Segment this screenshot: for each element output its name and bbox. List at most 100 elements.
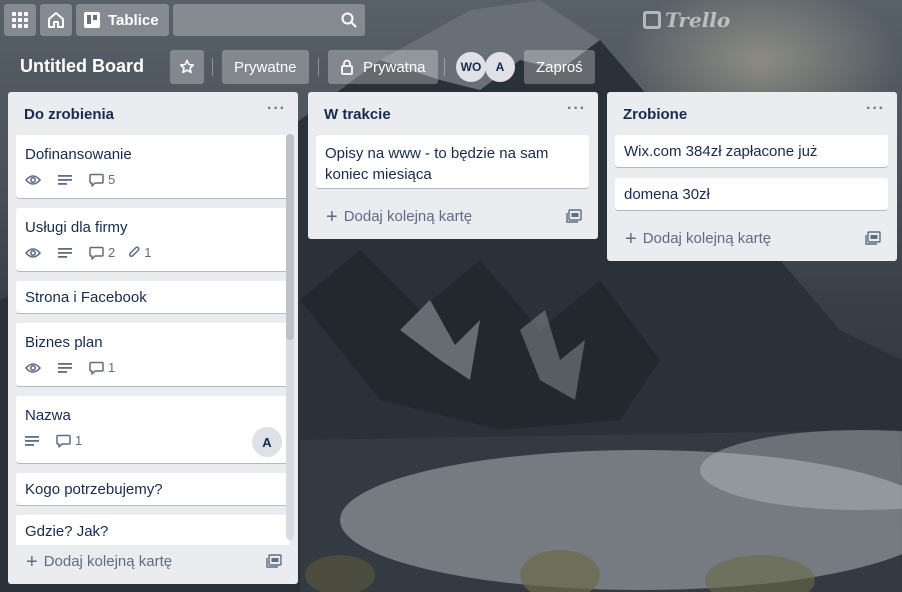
list-cards-clip: Gdzie? Jak? (8, 515, 298, 545)
trello-logo-icon (643, 11, 661, 29)
description-icon (58, 362, 72, 373)
team-visibility-button[interactable]: Prywatne (222, 50, 309, 84)
list-title[interactable]: Zrobione (623, 106, 687, 123)
card-title: Kogo potrzebujemy? (25, 481, 163, 498)
list-menu-button[interactable]: ··· (866, 100, 885, 118)
plus-icon: + (326, 205, 338, 228)
plus-icon: + (26, 550, 38, 573)
add-card-label: Dodaj kolejną kartę (343, 208, 473, 225)
description-badge (25, 435, 43, 447)
card-title: Opisy na www - to będzie na sam koniec m… (325, 145, 549, 183)
card-title: domena 30zł (624, 186, 710, 203)
description-badge (58, 247, 76, 259)
plus-icon: + (625, 227, 637, 250)
card-badges: 5 (25, 172, 128, 187)
comments-count: 5 (108, 172, 116, 187)
top-navigation-bar: Tablice Trello (0, 0, 902, 40)
description-icon (58, 247, 72, 258)
description-badge (58, 362, 76, 374)
star-icon (179, 59, 195, 74)
member-avatar-wo[interactable]: WO (456, 52, 486, 82)
member-avatar-a[interactable]: A (485, 52, 515, 82)
search-input[interactable] (172, 4, 365, 36)
member-initials: A (495, 60, 505, 74)
card-title: Biznes plan (25, 334, 103, 351)
comment-icon (56, 434, 71, 448)
add-card-button[interactable]: + Dodaj kolejną kartę (326, 205, 473, 228)
card-template-button[interactable] (266, 554, 282, 573)
card[interactable]: Biznes plan 1 (16, 323, 289, 386)
header-divider (212, 58, 213, 76)
invite-button[interactable]: Zaproś (524, 50, 595, 84)
privacy-button[interactable]: Prywatna (328, 50, 438, 84)
card[interactable]: Nazwa 1 A (16, 396, 289, 463)
board-title[interactable]: Untitled Board (20, 56, 144, 77)
card-title: Strona i Facebook (25, 289, 147, 306)
grid-icon (12, 12, 28, 28)
card[interactable]: Wix.com 384zł zapłacone już (615, 135, 888, 167)
card-member-avatar[interactable]: A (252, 427, 282, 457)
search-icon (341, 12, 357, 28)
description-icon (58, 174, 72, 185)
add-card-button[interactable]: + Dodaj kolejną kartę (26, 550, 173, 573)
card-title: Wix.com 384zł zapłacone już (624, 143, 818, 160)
watch-badge (25, 174, 45, 186)
card-template-button[interactable] (865, 231, 881, 250)
template-icon (566, 209, 582, 223)
add-card-button[interactable]: + Dodaj kolejną kartę (625, 227, 772, 250)
card[interactable]: Gdzie? Jak? (16, 515, 289, 545)
card-template-button[interactable] (566, 209, 582, 228)
card[interactable]: Dofinansowanie 5 (16, 135, 289, 198)
lock-icon (341, 59, 353, 75)
list-title[interactable]: W trakcie (324, 106, 391, 123)
comments-count: 1 (108, 360, 116, 375)
list-header: Zrobione ··· (607, 92, 897, 132)
home-button[interactable] (40, 4, 72, 36)
comments-count: 2 (108, 245, 116, 260)
list-do-zrobienia: Do zrobienia ··· Dofinansowanie 5 Usługi… (8, 92, 298, 584)
add-card-label: Dodaj kolejną kartę (642, 230, 772, 247)
trello-board-icon (84, 12, 100, 28)
list-scrollbar[interactable] (286, 134, 294, 540)
comment-icon (89, 361, 104, 375)
card[interactable]: Opisy na www - to będzie na sam koniec m… (316, 135, 589, 188)
card[interactable]: domena 30zł (615, 178, 888, 210)
header-divider (444, 58, 445, 76)
comment-icon (89, 173, 104, 187)
card[interactable]: Strona i Facebook (16, 281, 289, 313)
description-badge (58, 174, 76, 186)
trello-logo[interactable]: Trello (643, 8, 730, 32)
trello-logo-text: Trello (665, 8, 731, 32)
member-initials: WO (460, 60, 482, 74)
comments-badge: 5 (89, 172, 115, 187)
header-divider (318, 58, 319, 76)
comments-count: 1 (75, 433, 83, 448)
description-icon (25, 435, 39, 446)
boards-button[interactable]: Tablice (76, 4, 169, 36)
card[interactable]: Usługi dla firmy 2 1 (16, 208, 289, 271)
card-badges: 2 1 (25, 245, 164, 260)
list-menu-button[interactable]: ··· (567, 100, 586, 118)
scrollbar-thumb[interactable] (286, 134, 294, 340)
team-visibility-label: Prywatne (234, 58, 297, 76)
privacy-label: Prywatna (363, 58, 426, 76)
comments-badge: 1 (89, 360, 115, 375)
board-header: Untitled Board Prywatne Prywatna WO A Za… (0, 48, 902, 86)
add-card-label: Dodaj kolejną kartę (43, 553, 173, 570)
apps-menu-button[interactable] (4, 4, 36, 36)
watch-badge (25, 247, 45, 259)
eye-icon (25, 174, 41, 185)
home-icon (48, 12, 64, 28)
star-board-button[interactable] (170, 50, 204, 84)
card[interactable]: Kogo potrzebujemy? (16, 473, 289, 505)
list-menu-button[interactable]: ··· (267, 100, 286, 118)
template-icon (865, 231, 881, 245)
card-badges: 1 (25, 433, 95, 448)
attachments-count: 1 (144, 245, 152, 260)
card-title: Dofinansowanie (25, 146, 132, 163)
list-title[interactable]: Do zrobienia (24, 106, 114, 123)
attachments-badge: 1 (128, 245, 151, 260)
watch-badge (25, 362, 45, 374)
list-w-trakcie: W trakcie ··· Opisy na www - to będzie n… (308, 92, 598, 239)
comments-badge: 1 (56, 433, 82, 448)
